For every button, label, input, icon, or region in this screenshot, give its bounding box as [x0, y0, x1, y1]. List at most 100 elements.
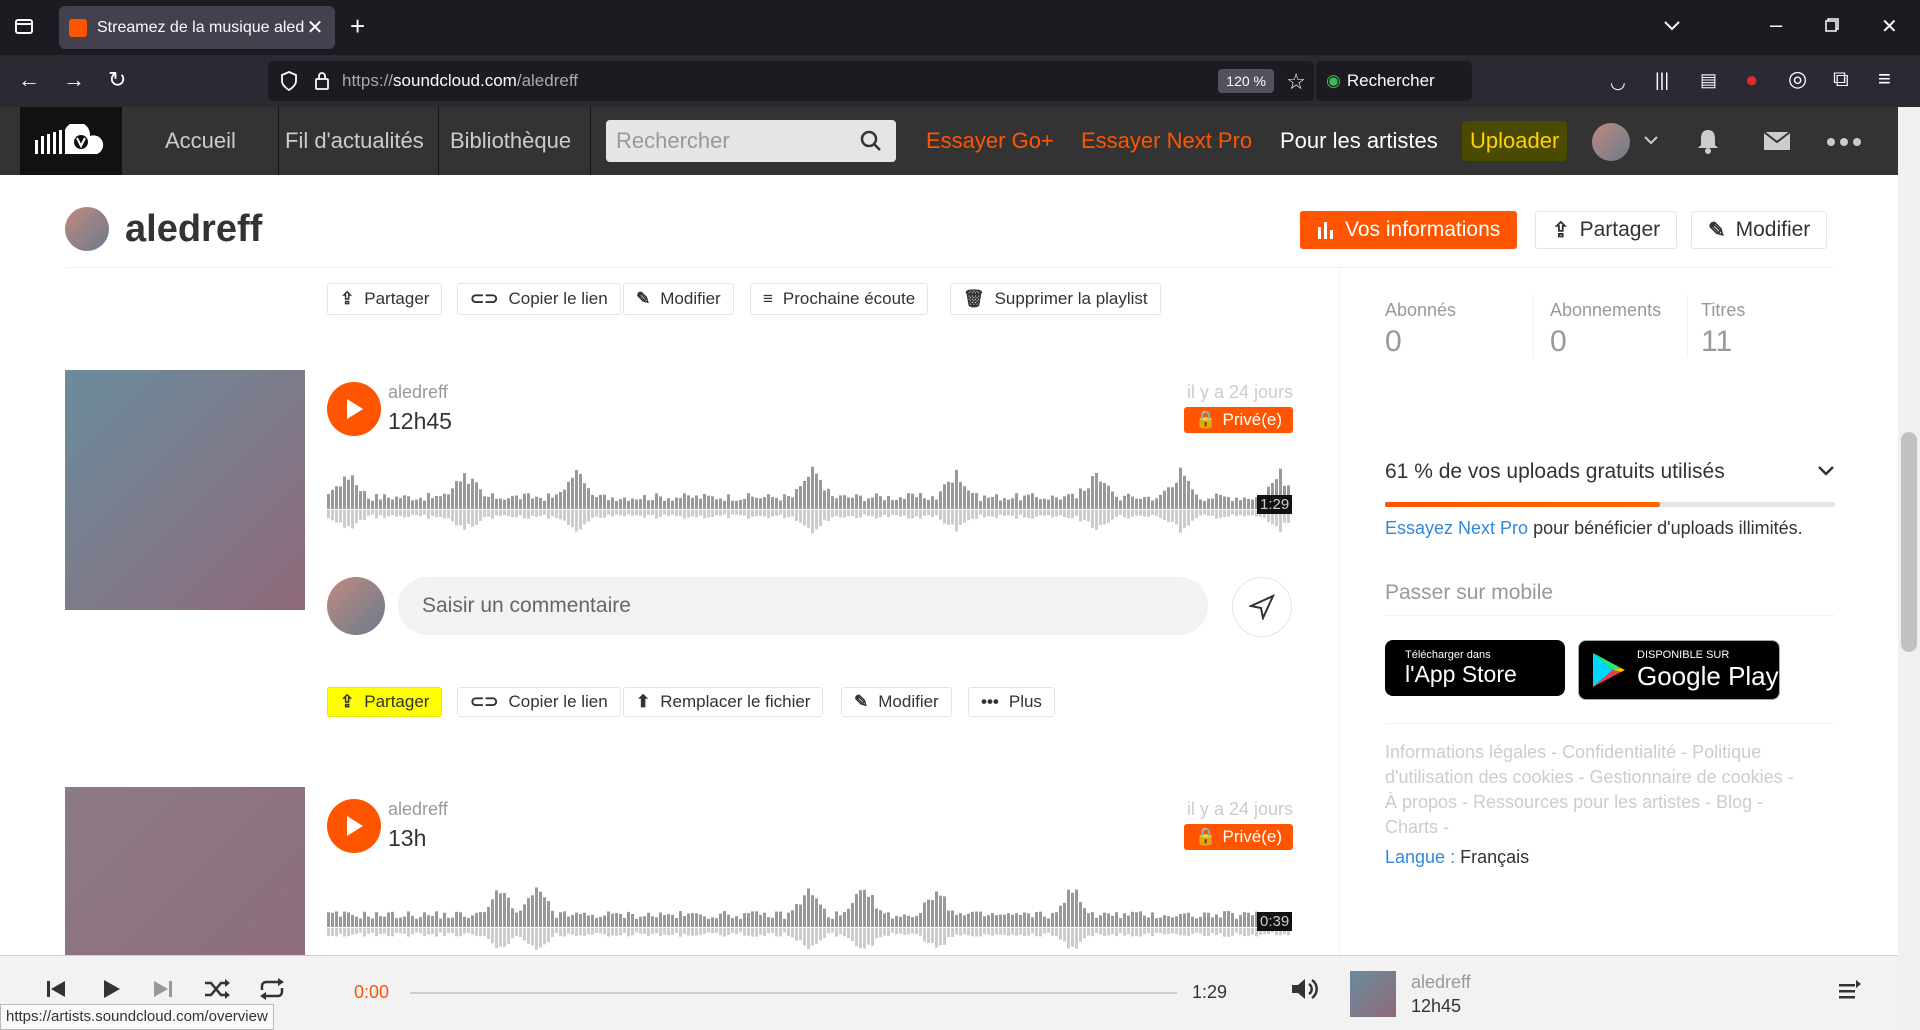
profile-avatar[interactable] — [65, 207, 109, 251]
language-selector[interactable]: Langue : Français — [1385, 847, 1529, 868]
browser-search-box[interactable]: ◉ Rechercher — [1316, 61, 1472, 101]
following-value[interactable]: 0 — [1550, 325, 1567, 359]
try-go-plus-link[interactable]: Essayer Go+ — [926, 107, 1054, 175]
waveform-reflection — [1091, 928, 1094, 937]
scrollbar-thumb[interactable] — [1901, 432, 1917, 652]
track-share-button[interactable]: ⇪ Partager — [327, 687, 443, 717]
upload-link[interactable]: Uploader — [1462, 121, 1568, 161]
track-title[interactable]: 12h45 — [388, 408, 452, 435]
player-play-icon[interactable] — [100, 978, 122, 1000]
waveform-reflection — [607, 510, 610, 515]
next-pro-link[interactable]: Essayez Next Pro — [1385, 518, 1528, 538]
account-icon[interactable]: ◎ — [1788, 68, 1807, 90]
footer-line[interactable]: À propos - Ressources pour les artistes … — [1385, 790, 1794, 815]
play-button[interactable] — [327, 382, 381, 436]
restore-icon[interactable] — [1825, 18, 1839, 32]
volume-icon[interactable] — [1290, 977, 1318, 1001]
footer-line[interactable]: Charts - — [1385, 815, 1794, 840]
nav-feed[interactable]: Fil d'actualités — [285, 107, 424, 175]
pocket-icon[interactable]: ◡ — [1610, 71, 1626, 93]
menu-hamburger-icon[interactable]: ≡ — [1878, 68, 1891, 90]
new-tab-icon[interactable]: + — [350, 13, 365, 39]
tab-list-icon[interactable] — [14, 16, 34, 36]
playlist-share-button[interactable]: ⇪ Partager — [327, 283, 443, 315]
address-bar[interactable]: https://soundcloud.com/aledreff 120 % ☆ — [268, 61, 1314, 101]
waveform[interactable] — [327, 875, 1292, 955]
playlist-copy-link-button[interactable]: ⊂⊃ Copier le lien — [457, 283, 621, 315]
uploads-expand-chevron-icon[interactable] — [1817, 465, 1835, 477]
following-label[interactable]: Abonnements — [1550, 300, 1661, 321]
track-title[interactable]: 13h — [388, 825, 426, 852]
now-playing-title[interactable]: 12h45 — [1411, 996, 1461, 1017]
shield-icon[interactable] — [280, 71, 298, 91]
footer-line[interactable]: d'utilisation des cookies - Gestionnaire… — [1385, 765, 1794, 790]
footer-line[interactable]: Informations légales - Confidentialité -… — [1385, 740, 1794, 765]
google-play-badge[interactable]: DISPONIBLE SUR Google Play — [1578, 640, 1780, 700]
app-store-badge[interactable]: Télécharger dans l'App Store — [1385, 640, 1565, 696]
bookmark-star-icon[interactable]: ☆ — [1286, 69, 1306, 95]
more-dots-icon[interactable] — [1826, 137, 1862, 147]
library-icon[interactable]: ||| — [1655, 69, 1669, 91]
tracks-label[interactable]: Titres — [1701, 300, 1745, 321]
play-icon — [347, 399, 363, 419]
close-tab-icon[interactable]: ✕ — [305, 15, 325, 40]
next-pro-rest: pour bénéficier d'uploads illimités. — [1528, 518, 1803, 538]
reader-view-icon[interactable]: ▤ — [1700, 69, 1717, 91]
user-avatar[interactable] — [1592, 123, 1630, 161]
track-user[interactable]: aledreff — [388, 799, 448, 820]
back-icon[interactable]: ← — [18, 69, 40, 91]
delete-playlist-button[interactable]: 🗑 Supprimer la playlist — [950, 283, 1161, 315]
waveform-bar — [947, 910, 950, 927]
close-window-icon[interactable]: ✕ — [1881, 16, 1898, 38]
followers-label[interactable]: Abonnés — [1385, 300, 1456, 321]
try-next-pro-link[interactable]: Essayer Next Pro — [1081, 107, 1252, 175]
profile-edit-button[interactable]: ✎ Modifier — [1691, 211, 1828, 249]
messages-envelope-icon[interactable] — [1763, 131, 1791, 151]
repeat-icon[interactable] — [258, 978, 286, 1000]
waveform-bar — [403, 495, 406, 509]
for-artists-link[interactable]: Pour les artistes — [1280, 107, 1438, 175]
track-artwork[interactable] — [65, 370, 305, 610]
track-copy-link-button[interactable]: ⊂⊃ Copier le lien — [457, 687, 621, 717]
track-edit-button[interactable]: ✎ Modifier — [841, 687, 952, 717]
queue-icon[interactable] — [1838, 980, 1862, 1002]
search-icon[interactable] — [860, 130, 882, 152]
progress-track[interactable] — [410, 992, 1177, 994]
profile-share-button[interactable]: ⇪ Partager — [1535, 211, 1678, 249]
replace-file-button[interactable]: ⬆ Remplacer le fichier — [623, 687, 824, 717]
more-button[interactable]: ••• Plus — [968, 687, 1055, 717]
shuffle-icon[interactable] — [203, 978, 231, 1000]
track-artwork[interactable] — [65, 787, 305, 955]
notifications-bell-icon[interactable] — [1696, 128, 1720, 154]
extensions-puzzle-icon[interactable]: ⧉ — [1833, 68, 1849, 90]
now-playing-artwork[interactable] — [1350, 971, 1396, 1017]
browser-tab[interactable]: Streamez de la musique aledreff ✕ — [59, 6, 335, 49]
comment-input[interactable]: Saisir un commentaire — [398, 577, 1208, 635]
soundcloud-logo[interactable] — [20, 107, 122, 175]
followers-value[interactable]: 0 — [1385, 325, 1402, 359]
search-input[interactable]: Rechercher — [606, 120, 896, 162]
waveform[interactable] — [327, 457, 1292, 537]
now-playing-user[interactable]: aledreff — [1411, 972, 1471, 993]
next-icon[interactable] — [152, 978, 174, 1000]
waveform-bar — [1159, 917, 1162, 927]
extension-red-icon[interactable]: ● — [1745, 69, 1758, 91]
send-comment-button[interactable] — [1232, 577, 1292, 637]
waveform-reflection — [779, 928, 782, 937]
nav-library[interactable]: Bibliothèque — [450, 107, 571, 175]
chevron-down-icon[interactable] — [1663, 16, 1681, 34]
reload-icon[interactable]: ↻ — [108, 69, 126, 91]
track-user[interactable]: aledreff — [388, 382, 448, 403]
insights-button[interactable]: Vos informations — [1300, 211, 1518, 249]
playlist-play-next-button[interactable]: ≡ Prochaine écoute — [750, 283, 929, 315]
tracks-value[interactable]: 11 — [1701, 325, 1732, 359]
play-button[interactable] — [327, 799, 381, 853]
forward-icon[interactable]: → — [63, 69, 85, 91]
user-menu-chevron-icon[interactable] — [1644, 135, 1658, 145]
playlist-edit-button[interactable]: ✎ Modifier — [623, 283, 734, 315]
nav-home[interactable]: Accueil — [165, 107, 236, 175]
zoom-level[interactable]: 120 % — [1218, 69, 1274, 93]
minimize-icon[interactable]: – — [1770, 14, 1782, 36]
lock-icon[interactable] — [314, 71, 330, 91]
previous-icon[interactable] — [45, 978, 67, 1000]
